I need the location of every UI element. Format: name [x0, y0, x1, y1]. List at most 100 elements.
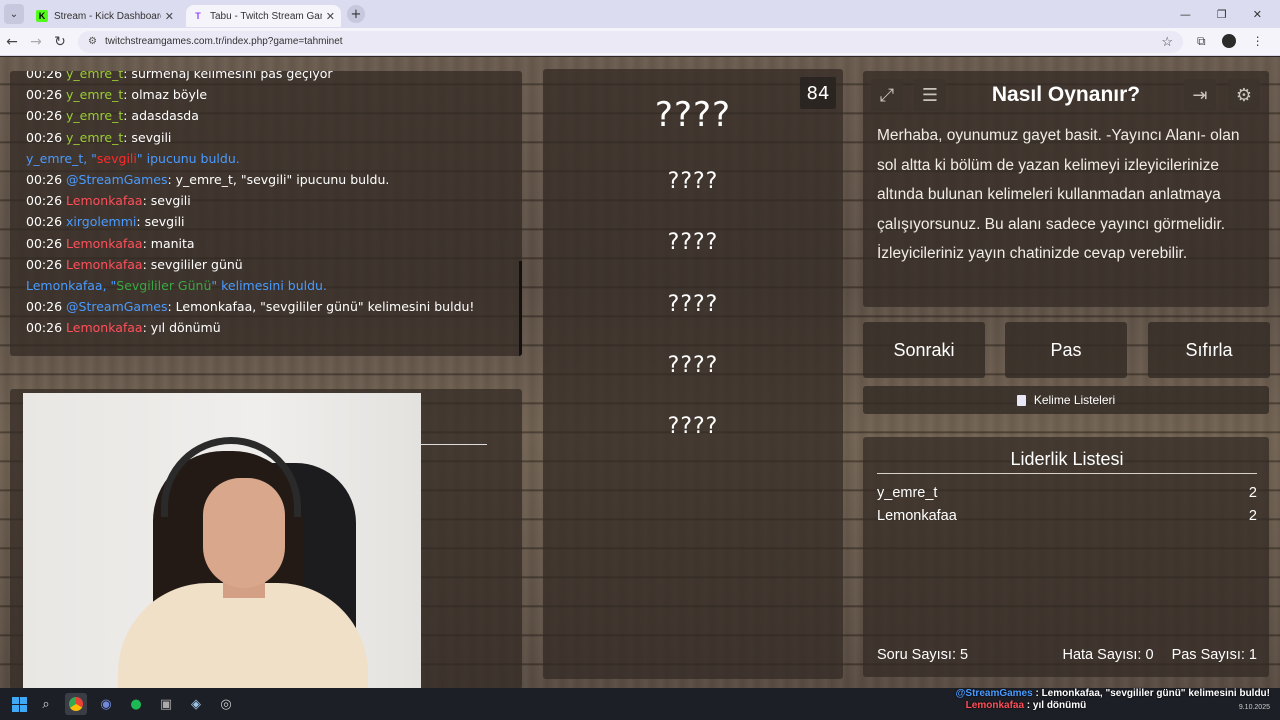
close-icon[interactable]: ✕: [326, 10, 335, 23]
tab-title: Stream - Kick Dashboard: [54, 10, 161, 22]
browser-toolbar: ← → ↻ ⚙ twitchstreamgames.com.tr/index.p…: [0, 28, 1280, 56]
chat-message: 00:26 y_emre_t: adasdasda: [26, 105, 516, 126]
chat-time: 00:26: [26, 256, 63, 272]
chat-user[interactable]: xirgolemmi: [66, 214, 136, 229]
bookmark-star-icon[interactable]: ☆: [1161, 34, 1173, 50]
stream-chat-overlay: @StreamGames : Lemonkafaa, "sevgililer g…: [956, 688, 1270, 712]
obs-icon[interactable]: ◎: [215, 693, 237, 715]
leaderboard-row: y_emre_t 2: [877, 485, 1257, 501]
overlay-user: Lemonkafaa: [965, 700, 1025, 711]
chat-message: 00:26 Lemonkafaa: sevgili: [26, 190, 516, 211]
chat-time: 00:26: [26, 214, 63, 230]
url-text: twitchstreamgames.com.tr/index.php?game=…: [104, 36, 343, 47]
overlay-text: : yıl dönümü: [1024, 700, 1087, 711]
chat-time: 00:26: [26, 171, 63, 187]
spotify-icon[interactable]: ●: [125, 693, 147, 715]
tab-title: Tabu - Twitch Stream Games: [210, 10, 322, 22]
chat-user[interactable]: y_emre_t: [66, 108, 123, 123]
chat-panel: 00:26 y_emre_t: sürmenaj kelimesini pas …: [10, 71, 522, 356]
leader-name: y_emre_t: [877, 485, 938, 501]
site-info-icon[interactable]: ⚙: [88, 36, 97, 47]
chat-user[interactable]: y_emre_t: [66, 130, 123, 145]
chat-message: 00:26 @StreamGames: Lemonkafaa, "sevgili…: [26, 296, 516, 317]
browser-menu-icon[interactable]: ⋮: [1252, 34, 1264, 49]
question-count: Soru Sayısı: 5: [877, 647, 969, 663]
new-tab-button[interactable]: +: [347, 5, 365, 23]
chat-time: 00:26: [26, 71, 63, 81]
how-to-play-text: Merhaba, oyunumuz gayet basit. -Yayıncı …: [877, 127, 1240, 262]
back-icon[interactable]: ←: [0, 34, 24, 50]
chat-text: : sevgililer günü: [142, 256, 243, 272]
game-page: 00:26 y_emre_t: sürmenaj kelimesini pas …: [0, 57, 1280, 688]
system-highlight: Sevgililer Günü: [116, 277, 212, 293]
search-icon[interactable]: ⌕: [35, 693, 57, 715]
leader-score: 2: [1248, 485, 1257, 501]
overlay-text: : Lemonkafaa, "sevgililer günü" kelimesi…: [1032, 688, 1270, 699]
forward-icon[interactable]: →: [24, 34, 48, 50]
chat-message: 00:26 y_emre_t: olmaz böyle: [26, 84, 516, 105]
extensions-icon[interactable]: ⧉: [1197, 34, 1206, 49]
system-text: y_emre_t, ": [26, 150, 97, 166]
document-icon: [1016, 394, 1026, 406]
word-lists-label: Kelime Listeleri: [1033, 393, 1116, 407]
tab-search-button[interactable]: ⌄: [4, 4, 24, 24]
taboo-word: ????: [667, 414, 719, 439]
tab-kick-dashboard[interactable]: K Stream - Kick Dashboard ✕: [30, 5, 180, 27]
chat-time: 00:26: [26, 108, 63, 124]
chat-message: 00:26 Lemonkafaa: sevgililer günü: [26, 254, 516, 275]
reload-icon[interactable]: ↻: [48, 34, 72, 50]
next-button[interactable]: Sonraki: [863, 322, 985, 378]
leaderboard-row: Lemonkafaa 2: [877, 508, 1257, 524]
minimize-icon[interactable]: —: [1180, 8, 1191, 21]
chat-time: 00:26: [26, 193, 63, 209]
chat-user[interactable]: @StreamGames: [66, 172, 167, 187]
leader-name: Lemonkafaa: [877, 508, 957, 524]
chat-user[interactable]: Lemonkafaa: [66, 320, 143, 335]
chat-text: : manita: [142, 235, 195, 251]
chat-message: 00:26 y_emre_t: sürmenaj kelimesini pas …: [26, 71, 516, 84]
chat-text: : sevgili: [136, 214, 185, 230]
chat-user[interactable]: @StreamGames: [66, 299, 167, 314]
error-count: Hata Sayısı: 0: [1062, 647, 1154, 663]
chat-message: 00:26 y_emre_t: sevgili: [26, 127, 516, 148]
chat-user[interactable]: y_emre_t: [66, 87, 123, 102]
reset-button[interactable]: Sıfırla: [1148, 322, 1270, 378]
chrome-icon[interactable]: [65, 693, 87, 715]
chat-text: : sevgili: [123, 129, 172, 145]
chat-user[interactable]: Lemonkafaa: [66, 236, 143, 251]
chat-message: 00:26 Lemonkafaa: yıl dönümü: [26, 317, 516, 338]
chat-text: : y_emre_t, "sevgili" ipucunu buldu.: [167, 171, 390, 187]
chat-user[interactable]: Lemonkafaa: [66, 257, 143, 272]
discord-icon[interactable]: ◉: [95, 693, 117, 715]
chat-text: : sevgili: [142, 193, 191, 209]
app-icon[interactable]: ▣: [155, 693, 177, 715]
chat-user[interactable]: Lemonkafaa: [66, 193, 143, 208]
steam-icon[interactable]: ◈: [185, 693, 207, 715]
close-window-icon[interactable]: ✕: [1253, 8, 1262, 21]
chat-message: 00:26 xirgolemmi: sevgili: [26, 211, 516, 232]
word-lists-button[interactable]: Kelime Listeleri: [863, 386, 1269, 414]
tab-tabu-game[interactable]: T Tabu - Twitch Stream Games ✕: [186, 5, 341, 27]
chat-messages: 00:26 y_emre_t: sürmenaj kelimesini pas …: [26, 71, 516, 338]
chat-time: 00:26: [26, 87, 63, 103]
address-bar[interactable]: ⚙ twitchstreamgames.com.tr/index.php?gam…: [78, 30, 1183, 53]
divider: [421, 444, 487, 445]
profile-avatar[interactable]: [1221, 34, 1236, 48]
system-text: Lemonkafaa, ": [26, 277, 117, 293]
webcam-overlay: [23, 393, 421, 688]
taboo-word: ????: [667, 292, 719, 317]
window-controls: — ❐ ✕: [1180, 8, 1262, 21]
chat-system-message: Lemonkafaa, "Sevgililer Günü" kelimesini…: [26, 275, 516, 296]
how-to-play-title: Nasıl Oynanır?: [991, 83, 1141, 106]
restore-icon[interactable]: ❐: [1217, 8, 1227, 21]
chat-scrollbar[interactable]: [519, 261, 522, 356]
taboo-word: ????: [667, 353, 719, 378]
browser-tabbar: ⌄ K Stream - Kick Dashboard ✕ T Tabu - T…: [0, 0, 1280, 28]
overlay-line: @StreamGames : Lemonkafaa, "sevgililer g…: [956, 688, 1270, 700]
chat-user[interactable]: y_emre_t: [66, 71, 123, 81]
overlay-line: Lemonkafaa : yıl dönümü: [956, 700, 1270, 712]
pass-button[interactable]: Pas: [1005, 322, 1127, 378]
close-icon[interactable]: ✕: [165, 10, 174, 23]
chat-message: 00:26 Lemonkafaa: manita: [26, 233, 516, 254]
windows-start-icon[interactable]: [12, 696, 27, 712]
